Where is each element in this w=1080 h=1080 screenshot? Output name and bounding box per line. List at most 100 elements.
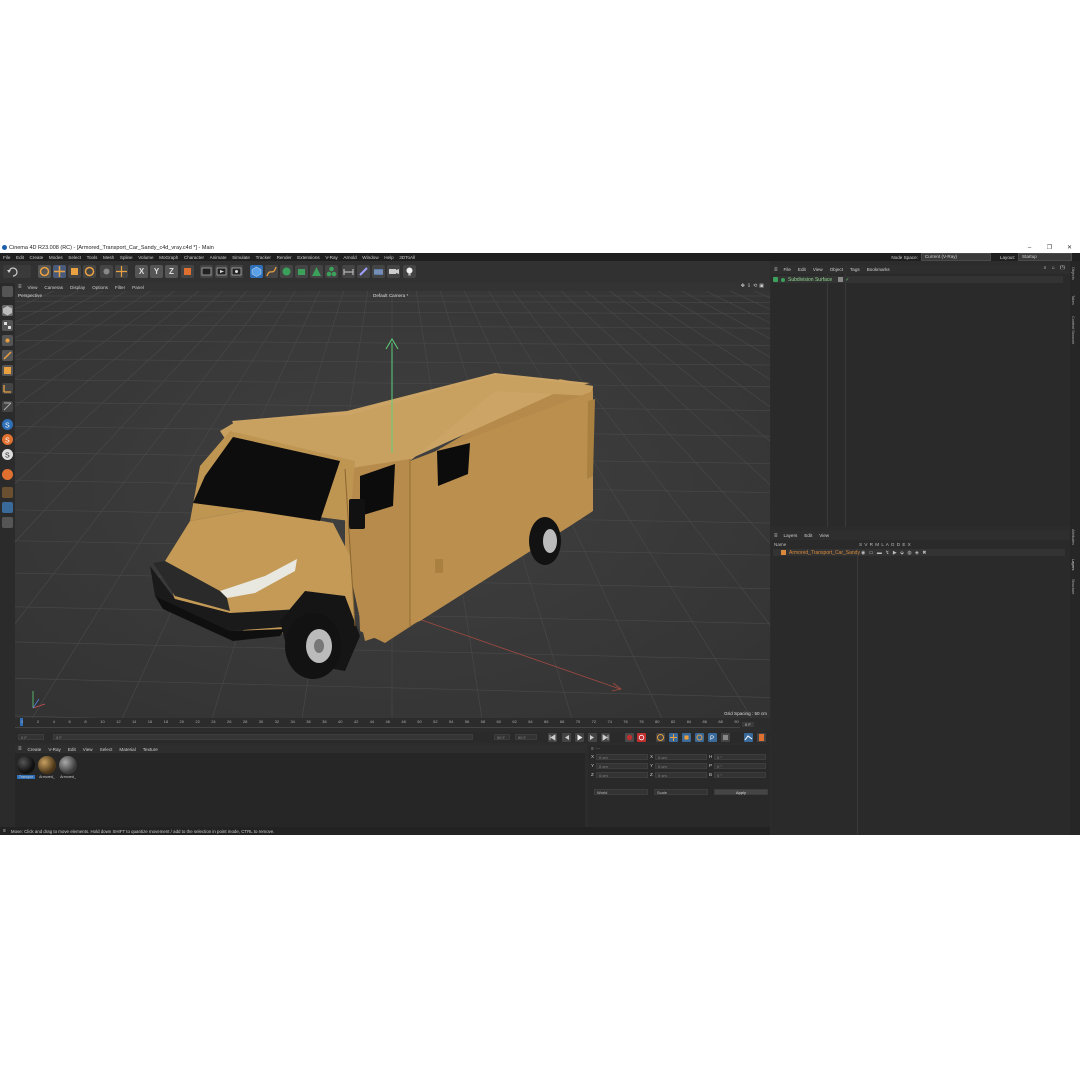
layer-row[interactable]: Armored_Transport_Car_Sandy ◉ ▭ ▬ ↯ ▶ ⬙ … [773,549,1065,556]
minimize-button[interactable]: – [1025,244,1034,252]
go-to-end-icon[interactable] [601,733,610,742]
material-menu-texture[interactable]: Texture [143,747,158,752]
camera-icon[interactable] [357,265,370,278]
key-position-icon[interactable] [669,733,678,742]
key-rotation-icon[interactable] [695,733,704,742]
object-menu-edit[interactable]: Edit [798,267,806,272]
timeline-window-icon[interactable] [744,733,753,742]
key-parameter-icon[interactable]: P [708,733,717,742]
close-button[interactable]: ✕ [1065,244,1074,252]
viewport-menu-display[interactable]: Display [70,285,85,290]
deformer-icon[interactable] [325,265,338,278]
coord-value-field[interactable]: 0 ° [714,772,766,778]
model-mode-icon[interactable] [2,305,13,316]
live-selection-icon[interactable] [38,265,51,278]
tab-content-browser[interactable]: Content Browser [1071,316,1075,344]
object-row[interactable]: Subdivision Surface ✓ [773,276,1063,283]
object-search-icon[interactable]: ⌕ ⌂ ◳ [1044,265,1066,271]
key-scale-icon[interactable] [682,733,691,742]
start-frame-field[interactable]: 0 F [18,734,44,740]
material-menu-view[interactable]: View [83,747,93,752]
layer-flags-icons[interactable]: ◉ ▭ ▬ ↯ ▶ ⬙ ◍ ◈ ✖ [861,550,927,556]
viewport-camera-name[interactable]: Default Camera * [373,293,408,298]
material-menu-material[interactable]: Material [119,747,135,752]
object-menu-view[interactable]: View [813,267,823,272]
cloner-icon[interactable] [295,265,308,278]
menu-tools[interactable]: Tools [87,255,98,260]
snap-icon[interactable]: S [2,419,13,430]
tab-layers[interactable]: Layers [1071,559,1075,570]
current-frame-right[interactable]: 0 F [742,722,754,727]
previous-frame-icon[interactable] [562,733,571,742]
3d-viewport[interactable]: Perspective Default Camera * Grid Spacin… [15,291,770,718]
menu-help[interactable]: Help [384,255,393,260]
cube-icon[interactable] [250,265,263,278]
recent-tools-icon[interactable] [100,265,113,278]
menu-file[interactable]: File [3,255,10,260]
coord-mode-dropdown[interactable]: World [594,789,648,795]
max-frame-field[interactable]: 90 F [515,734,537,740]
viewport-menu-cameras[interactable]: Cameras [44,285,63,290]
menu-spline[interactable]: Spline [120,255,133,260]
grid-lock-icon[interactable] [2,487,13,498]
viewport-hamburger-icon[interactable]: ≡ [18,284,22,290]
y-axis-lock-icon[interactable]: Y [150,265,163,278]
coord-value-field[interactable]: 0 cm [596,772,648,778]
pen-spline-icon[interactable] [265,265,278,278]
menu-mograph[interactable]: MoGraph [159,255,178,260]
go-to-start-icon[interactable] [548,733,557,742]
vray-camera-icon[interactable] [387,265,400,278]
expand-icon[interactable] [781,277,785,282]
menu-character[interactable]: Character [184,255,204,260]
menu-simulate[interactable]: Simulate [232,255,250,260]
menu-edit[interactable]: Edit [16,255,24,260]
layout-dropdown[interactable]: Startup [1018,253,1072,261]
status-hamburger-icon[interactable]: ≡ [3,828,6,834]
menu-volume[interactable]: Volume [138,255,153,260]
tab-objects[interactable]: Objects [1071,267,1075,280]
viewport-menu-view[interactable]: View [28,285,38,290]
menu-render[interactable]: Render [277,255,292,260]
object-menu-tags[interactable]: Tags [850,267,860,272]
transform-icon[interactable] [115,265,128,278]
menu-v-ray[interactable]: V-Ray [325,255,338,260]
menu-animate[interactable]: Animate [210,255,227,260]
tab-takes[interactable]: Takes [1071,295,1075,305]
coord-value-field[interactable]: 0 cm [655,772,707,778]
layer-menu-edit[interactable]: Edit [804,533,812,538]
axis-mode-icon[interactable] [2,383,13,394]
material-menu-edit[interactable]: Edit [68,747,76,752]
field-icon[interactable] [310,265,323,278]
viewport-nav-icons[interactable]: ✥⇩⟲▣ [741,283,766,289]
layer-color-icon[interactable] [781,550,786,555]
make-editable-icon[interactable] [2,286,13,297]
material-hamburger-icon[interactable]: ≡ [18,746,22,752]
menu-mesh[interactable]: Mesh [103,255,114,260]
material-swatch[interactable]: Armored_ [59,756,77,782]
menu-extensions[interactable]: Extensions [297,255,319,260]
menu-create[interactable]: Create [30,255,44,260]
next-frame-icon[interactable] [588,733,597,742]
floor-icon[interactable] [342,265,355,278]
move-tool-icon[interactable] [53,265,66,278]
solo-icon[interactable]: S [2,434,13,445]
object-menu-bookmarks[interactable]: Bookmarks [867,267,890,272]
node-space-dropdown[interactable]: Current (V-Ray) [920,253,991,261]
material-swatch[interactable]: Armored_ [38,756,56,782]
tweak-mode-icon[interactable] [2,401,13,412]
undo-icon[interactable] [3,265,31,278]
object-menu-file[interactable]: File [784,267,791,272]
end-frame-field[interactable]: 90 F [494,734,510,740]
menu-select[interactable]: Select [68,255,81,260]
dopesheet-icon[interactable] [757,733,766,742]
layer-menu-view[interactable]: View [819,533,829,538]
paint-icon[interactable] [2,517,13,528]
scene-icon[interactable] [372,265,385,278]
menu-tracker[interactable]: Tracker [256,255,271,260]
subdivision-surface-icon[interactable] [280,265,293,278]
material-menu-select[interactable]: Select [100,747,113,752]
planar-workplane-icon[interactable] [2,502,13,513]
visibility-icon[interactable] [838,277,844,282]
solo-hierarchy-icon[interactable]: S [2,449,13,460]
material-menu-create[interactable]: Create [28,747,42,752]
